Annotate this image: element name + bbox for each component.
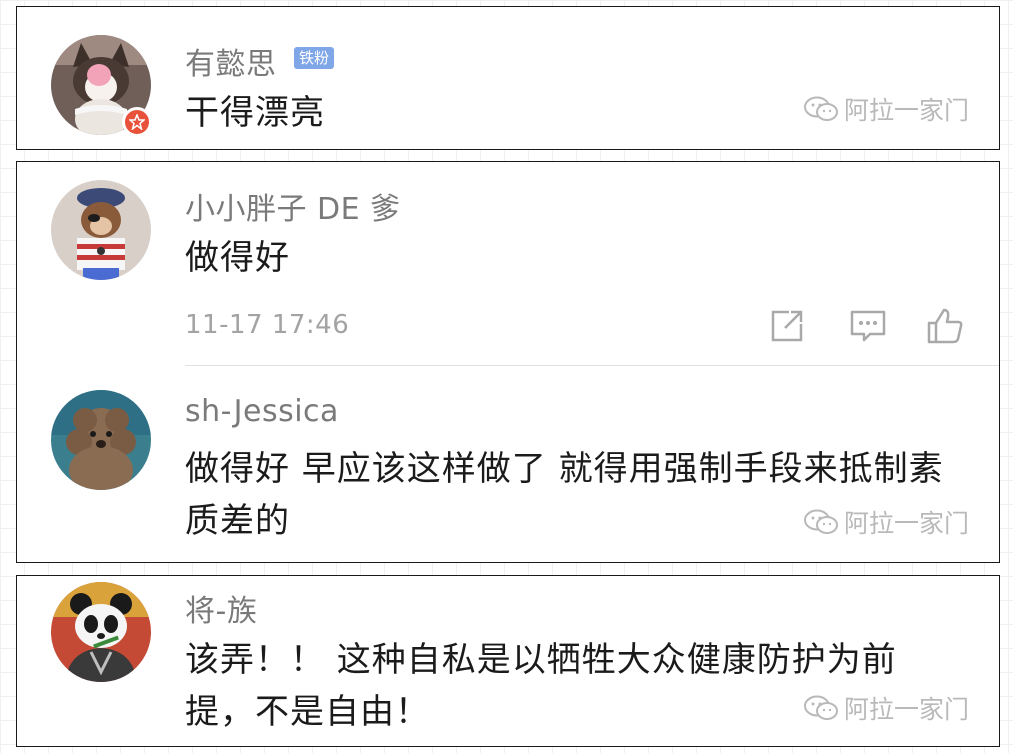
watermark: 阿拉一家门 xyxy=(803,91,969,127)
watermark-text: 阿拉一家门 xyxy=(843,695,969,724)
reply-text-line1: 做得好 早应该这样做了 就得用强制手段来抵制素 xyxy=(185,449,944,489)
comment-text: 做得好 xyxy=(185,238,290,278)
comment-icon[interactable] xyxy=(848,306,888,346)
comment-username[interactable]: 有懿思 xyxy=(185,39,277,83)
wechat-icon xyxy=(803,96,838,121)
comment-card: 将-族 该弄！！ 这种自私是以牺牲大众健康防护为前 提，不是自由！ 阿拉一家门 xyxy=(16,575,1000,747)
wechat-icon xyxy=(803,509,838,534)
pirate-monkey-avatar[interactable] xyxy=(51,180,151,280)
fan-badge: 铁粉 xyxy=(294,47,335,69)
watermark: 阿拉一家门 xyxy=(803,504,969,540)
wechat-icon xyxy=(803,695,838,720)
comment-text-line1: 该弄！！ 这种自私是以牺牲大众健康防护为前 xyxy=(185,640,897,680)
watermark: 阿拉一家门 xyxy=(803,690,969,726)
vip-badge xyxy=(122,107,152,137)
like-icon[interactable] xyxy=(925,306,965,346)
comment-text-line2: 提，不是自由！ xyxy=(185,692,430,732)
watermark-text: 阿拉一家门 xyxy=(843,96,969,125)
watermark-text: 阿拉一家门 xyxy=(843,509,969,538)
panda-avatar[interactable] xyxy=(51,582,151,682)
comment-card: 小小胖子 DE 爹 做得好 11-17 17:46 sh-Jessica 做得好… xyxy=(16,161,1000,563)
comment-text: 该弄！！ 这种自私是以牺牲大众健康防护为前 提，不是自由！ xyxy=(185,634,897,738)
comment-card: 有懿思 铁粉 干得漂亮 阿拉一家门 xyxy=(16,6,1000,150)
star-icon xyxy=(129,114,145,130)
comment-timestamp: 11-17 17:46 xyxy=(185,310,350,340)
divider xyxy=(185,365,999,366)
comment-username[interactable]: 将-族 xyxy=(185,586,257,630)
share-icon[interactable] xyxy=(767,306,807,346)
reply-text-line2: 质差的 xyxy=(185,501,290,541)
comment-text: 干得漂亮 xyxy=(185,93,325,133)
comment-username[interactable]: 小小胖子 DE 爹 xyxy=(185,184,401,228)
reply-username[interactable]: sh-Jessica xyxy=(185,394,339,429)
poodle-avatar[interactable] xyxy=(51,390,151,490)
